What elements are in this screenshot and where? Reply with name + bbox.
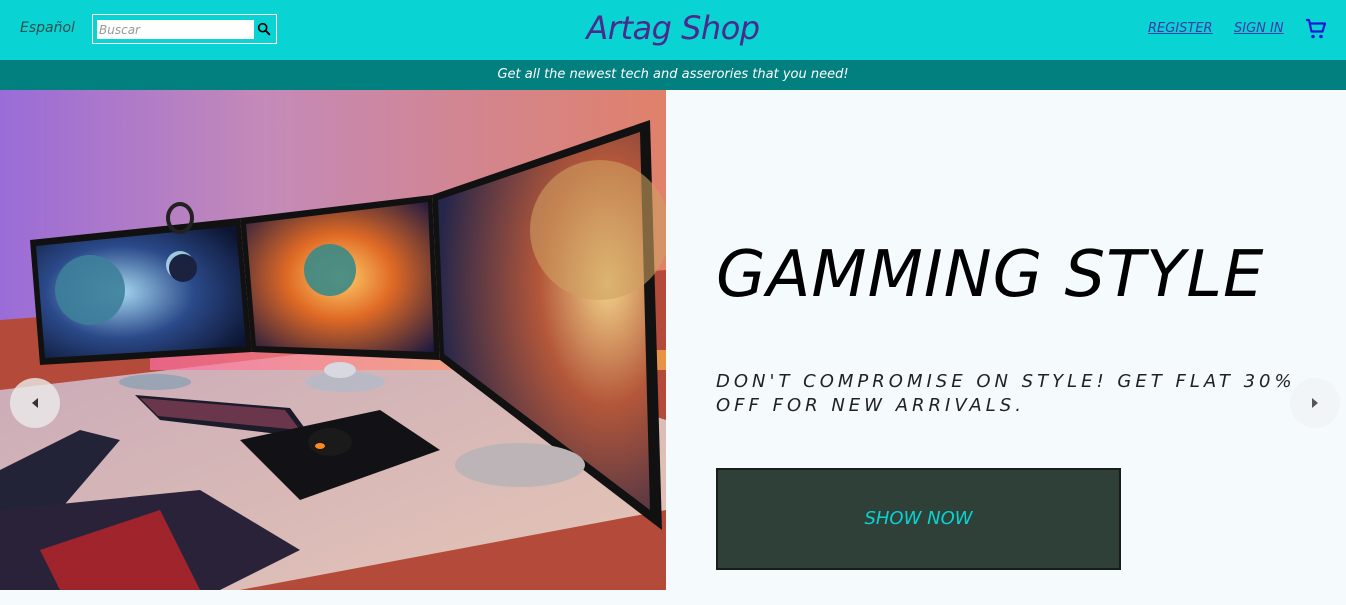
hero-title: GAMMING STYLE (716, 238, 1265, 312)
search-box (92, 14, 277, 44)
promo-text: Get all the newest tech and asserories t… (497, 67, 849, 82)
search-input[interactable] (97, 20, 254, 39)
signin-link[interactable]: SIGN IN (1234, 21, 1284, 36)
search-icon[interactable] (256, 21, 272, 37)
top-navbar: Español Artag Shop REGISTER SIGN IN (0, 0, 1346, 60)
cart-icon[interactable] (1304, 17, 1328, 41)
carousel-next-button[interactable] (1290, 378, 1340, 428)
carousel-prev-button[interactable] (10, 378, 60, 428)
language-toggle[interactable]: Español (20, 20, 75, 36)
brand-logo-text[interactable]: Artag Shop (586, 9, 760, 47)
hero-content: GAMMING STYLE DON'T COMPROMISE ON STYLE!… (666, 90, 1346, 590)
hero-image (0, 90, 666, 590)
gaming-setup-photo (0, 90, 666, 590)
hero-subtitle: DON'T COMPROMISE ON STYLE! GET FLAT 30% … (716, 371, 1296, 416)
show-now-button[interactable]: SHOW NOW (716, 468, 1121, 570)
promo-banner: Get all the newest tech and asserories t… (0, 60, 1346, 90)
register-link[interactable]: REGISTER (1148, 21, 1213, 36)
